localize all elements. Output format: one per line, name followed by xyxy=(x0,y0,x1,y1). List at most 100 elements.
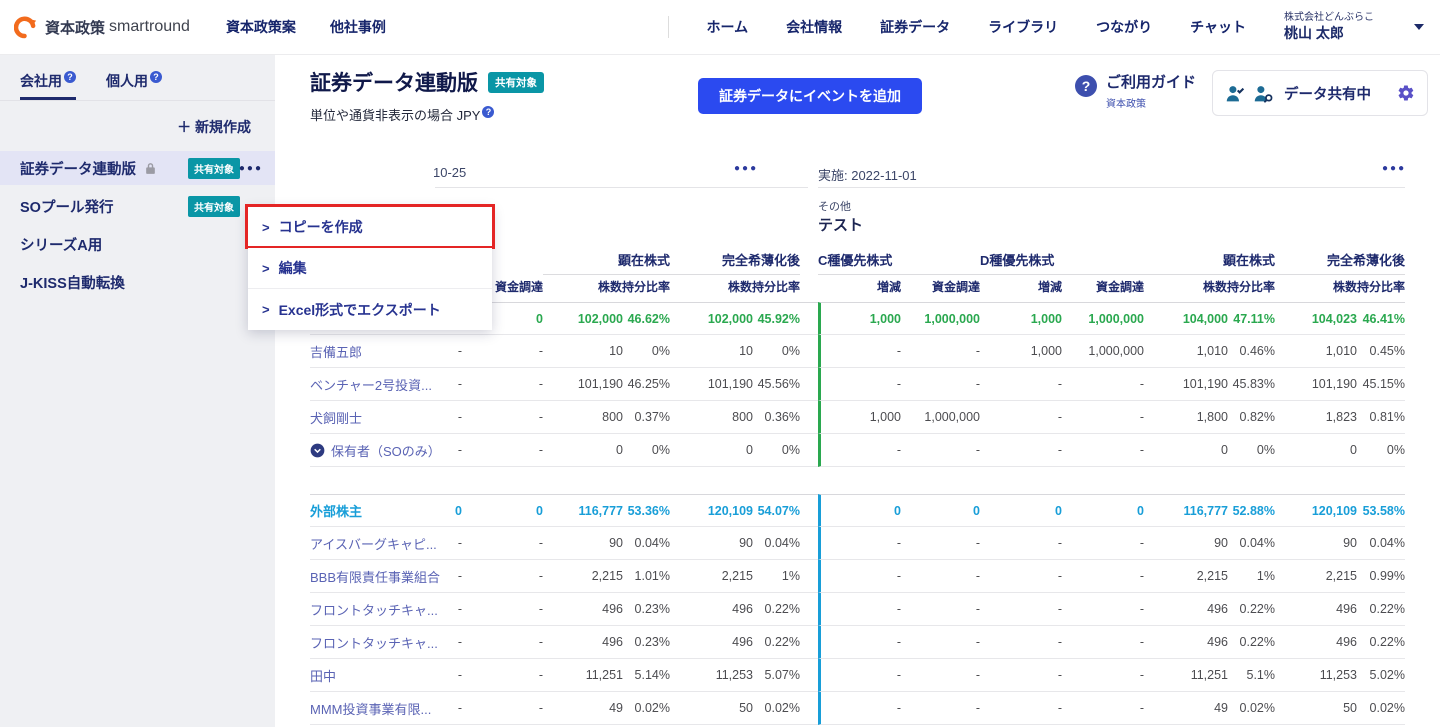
nav-item-home[interactable]: ホーム xyxy=(707,17,749,37)
add-event-button[interactable]: 証券データにイベントを追加 xyxy=(698,78,922,114)
nav-item-connections[interactable]: つながり xyxy=(1096,17,1152,37)
data-sharing-button[interactable]: データ共有中 xyxy=(1212,70,1428,116)
chevron-down-circle-icon[interactable] xyxy=(310,443,325,458)
nav-item-company-info[interactable]: 会社情報 xyxy=(786,17,842,37)
usage-guide-link[interactable]: ? ご利用ガイド 資本政策 xyxy=(1075,74,1196,110)
value-cell: 1,010 xyxy=(1275,335,1357,368)
group-gap xyxy=(800,626,818,659)
table-row: 吉備五郎 - -10 0% 10 0% - -1,000 1,000,000 1,010 0.46%… xyxy=(310,335,1405,368)
nav-item-library[interactable]: ライブラリ xyxy=(988,17,1058,37)
nav-item-securities-data[interactable]: 証券データ xyxy=(880,17,950,37)
subheader: 株数持分比率 xyxy=(1332,280,1405,294)
event2-ellipsis-icon[interactable]: ●●● xyxy=(1382,163,1406,174)
value-cell: - xyxy=(980,527,1062,560)
shareholder-name[interactable]: フロントタッチキャ... xyxy=(310,593,438,626)
menu-item-create-copy[interactable]: > コピーを作成 xyxy=(245,204,495,249)
value-cell: 0.04% xyxy=(1357,527,1405,560)
menu-item-export-excel[interactable]: > Excel形式でエクスポート xyxy=(248,289,492,330)
value-cell: 0.99% xyxy=(1357,560,1405,593)
shareholder-name[interactable]: BBB有限責任事業組合 xyxy=(310,560,440,593)
value-cell: 47.11% xyxy=(1228,302,1275,335)
value-cell: - xyxy=(901,335,980,368)
value-cell: 0 xyxy=(818,494,901,527)
menu-item-label: 編集 xyxy=(278,260,307,276)
shareholder-name[interactable]: ベンチャー2号投資... xyxy=(310,368,435,401)
value-cell: 0.23% xyxy=(623,626,670,659)
event1-ellipsis-icon[interactable]: ●●● xyxy=(734,163,758,174)
sidebar-item-label: J-KISS自動転換 xyxy=(20,275,125,292)
value-cell: 90 xyxy=(670,527,753,560)
gear-icon[interactable] xyxy=(1397,84,1415,102)
value-cell: 0.04% xyxy=(623,527,670,560)
app-logo[interactable]: 資本政策 smartround xyxy=(14,15,190,39)
shareholder-name[interactable]: 外部株主 xyxy=(310,494,435,527)
value-cell: - xyxy=(818,626,901,659)
menu-item-edit[interactable]: > 編集 xyxy=(248,248,492,289)
value-cell: - xyxy=(1062,401,1144,434)
shareholder-name[interactable]: アイスバーグキャピ... xyxy=(310,527,437,560)
value-cell: - xyxy=(1062,692,1144,725)
value-cell: 0% xyxy=(1228,434,1275,467)
value-cell: 0.02% xyxy=(1228,692,1275,725)
new-plan-button[interactable]: ＋ 新規作成 xyxy=(177,117,251,137)
chevron-down-icon[interactable] xyxy=(1414,24,1424,30)
ellipsis-menu-icon[interactable]: ●●● xyxy=(239,163,263,174)
sidebar-item-securities-linked[interactable]: 証券データ連動版 共有対象 ●●● xyxy=(0,151,275,185)
tab-company-use[interactable]: 会社用? xyxy=(20,71,76,100)
value-cell: 0.02% xyxy=(1357,692,1405,725)
value-cell: - xyxy=(980,434,1062,467)
value-cell: 11,251 xyxy=(543,659,623,692)
value-cell: - xyxy=(818,434,901,467)
context-menu: > コピーを作成 > 編集 > Excel形式でエクスポート xyxy=(245,204,495,330)
value-cell: - xyxy=(818,692,901,725)
value-cell: 1% xyxy=(1228,560,1275,593)
value-cell: 0.22% xyxy=(1228,626,1275,659)
menu-item-label: Excel形式でエクスポート xyxy=(278,301,441,318)
person-check-icon xyxy=(1225,83,1246,104)
value-cell: - xyxy=(435,335,462,368)
value-cell: 0 xyxy=(462,494,543,527)
shareholder-name[interactable]: 保有者（SOのみ） xyxy=(310,434,441,467)
value-cell: 0.04% xyxy=(1228,527,1275,560)
value-cell: 1,000,000 xyxy=(1062,335,1144,368)
group-gap xyxy=(800,302,818,335)
value-cell: - xyxy=(435,401,462,434)
event-header-row: 10-25 ●●● 実施: 2022-11-01 ●●● xyxy=(310,160,1405,188)
value-cell: 5.02% xyxy=(1357,659,1405,692)
help-icon[interactable]: ? xyxy=(150,71,162,84)
company-name: 株式会社どんぶらこ xyxy=(1284,12,1374,23)
help-icon[interactable]: ? xyxy=(482,105,495,118)
nav-item-capital-policy-plans[interactable]: 資本政策案 xyxy=(226,17,296,37)
value-cell: - xyxy=(435,593,462,626)
shareholder-name[interactable]: フロントタッチキャ... xyxy=(310,626,438,659)
nav-item-chat[interactable]: チャット xyxy=(1190,17,1246,37)
chevron-right-icon: > xyxy=(262,260,270,276)
shareholder-name[interactable]: 吉備五郎 xyxy=(310,335,435,368)
value-cell: - xyxy=(462,368,543,401)
event1-date: 10-25 xyxy=(433,165,467,180)
value-cell: 800 xyxy=(670,401,753,434)
help-icon[interactable]: ? xyxy=(64,71,76,84)
user-name: 桃山 太郎 xyxy=(1284,24,1344,41)
group-header: 完全希薄化後 xyxy=(670,250,800,275)
sidebar-item-label: 証券データ連動版 xyxy=(20,161,136,178)
user-menu[interactable]: 株式会社どんぶらこ 桃山 太郎 xyxy=(1284,12,1424,42)
value-cell: - xyxy=(980,560,1062,593)
tab-personal-use[interactable]: 個人用? xyxy=(106,71,162,100)
sidebar-item-series-a[interactable]: シリーズA用 xyxy=(0,227,275,261)
value-cell: - xyxy=(1062,560,1144,593)
shareholder-name[interactable]: 犬飼剛士 xyxy=(310,401,435,434)
shareholder-name[interactable]: 田中 xyxy=(310,659,435,692)
value-cell: 0.37% xyxy=(623,401,670,434)
value-cell: 0 xyxy=(543,434,623,467)
value-cell: 0.22% xyxy=(1357,593,1405,626)
sidebar-item-so-pool[interactable]: SOプール発行 共有対象 xyxy=(0,189,275,223)
value-cell: - xyxy=(901,659,980,692)
nav-item-other-company-examples[interactable]: 他社事例 xyxy=(330,17,386,37)
value-cell: 1,000 xyxy=(818,401,901,434)
value-cell: 0 xyxy=(1062,494,1144,527)
shareholder-name[interactable]: MMM投資事業有限... xyxy=(310,692,435,725)
sidebar-item-jkiss[interactable]: J-KISS自動転換 xyxy=(0,265,275,299)
value-cell: 0.46% xyxy=(1228,335,1275,368)
